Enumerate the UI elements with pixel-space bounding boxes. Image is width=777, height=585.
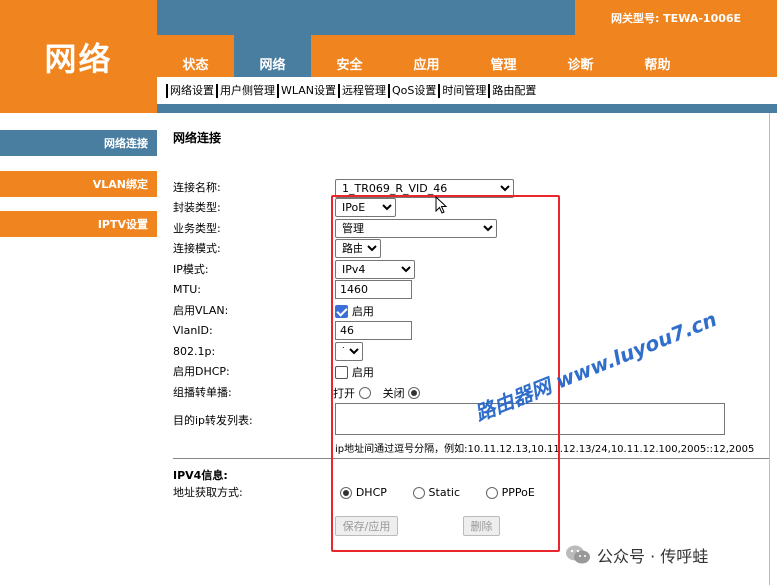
logo: 网络 (0, 0, 157, 113)
vlan-id-label: VlanID: (173, 324, 213, 337)
addr-method-label: 地址获取方式: (173, 486, 243, 499)
sidebar-item-network-connection[interactable]: 网络连接 (0, 130, 157, 156)
p8021-label: 802.1p: (173, 345, 216, 358)
vlan-enable-label: 启用VLAN: (173, 304, 229, 317)
subnav-network-settings[interactable]: 网络设置 (166, 83, 216, 98)
main-tab-bar: 状态 网络 安全 应用 管理 诊断 帮助 (157, 35, 777, 77)
conn-name-label: 连接名称: (173, 181, 221, 194)
section-title: 网络连接 (173, 131, 222, 145)
mtu-label: MTU: (173, 283, 201, 296)
encap-label: 封装类型: (173, 201, 221, 214)
dhcp-enable-label: 启用DHCP: (173, 365, 230, 378)
header-divider (157, 104, 777, 113)
subnav-qos[interactable]: QoS设置 (388, 83, 438, 98)
wechat-icon (566, 545, 590, 564)
wechat-account: 公众号 · 传呼蛙 (565, 543, 708, 567)
dest-ip-label: 目的ip转发列表: (173, 414, 253, 427)
tab-status[interactable]: 状态 (157, 46, 234, 77)
tab-security[interactable]: 安全 (311, 46, 388, 77)
subnav-user-side[interactable]: 用户侧管理 (216, 83, 277, 98)
sidebar-item-iptv[interactable]: IPTV设置 (0, 211, 157, 237)
ip-mode-label: IP模式: (173, 263, 209, 276)
sidebar-item-vlan-binding[interactable]: VLAN绑定 (0, 171, 157, 197)
sub-nav: 网络设置 用户侧管理 WLAN设置 远程管理 QoS设置 时间管理 路由配置 (157, 77, 777, 104)
subnav-time-mgmt[interactable]: 时间管理 (438, 83, 488, 98)
content-right-border (769, 113, 770, 585)
logo-text: 网络 (44, 39, 113, 78)
tab-application[interactable]: 应用 (388, 46, 465, 77)
mode-label: 连接模式: (173, 242, 221, 255)
subnav-wlan[interactable]: WLAN设置 (277, 83, 338, 98)
multicast-label: 组播转单播: (173, 386, 232, 399)
subnav-remote-mgmt[interactable]: 远程管理 (338, 83, 388, 98)
tab-help[interactable]: 帮助 (619, 46, 696, 77)
tab-diagnostics[interactable]: 诊断 (542, 46, 619, 77)
service-label: 业务类型: (173, 222, 221, 235)
subnav-route-config[interactable]: 路由配置 (488, 83, 538, 98)
wechat-account-name: 公众号 · 传呼蛙 (597, 547, 709, 566)
ipv4-title: IPV4信息: (173, 469, 228, 482)
highlight-box (331, 195, 560, 552)
gateway-model: 网关型号: TEWA-1006E (575, 0, 777, 35)
mouse-cursor-icon (435, 196, 448, 214)
router-admin-page: 网络 网关型号: TEWA-1006E 状态 网络 安全 应用 管理 诊断 帮助… (0, 0, 777, 585)
tab-management[interactable]: 管理 (465, 46, 542, 77)
tab-network[interactable]: 网络 (234, 35, 311, 77)
